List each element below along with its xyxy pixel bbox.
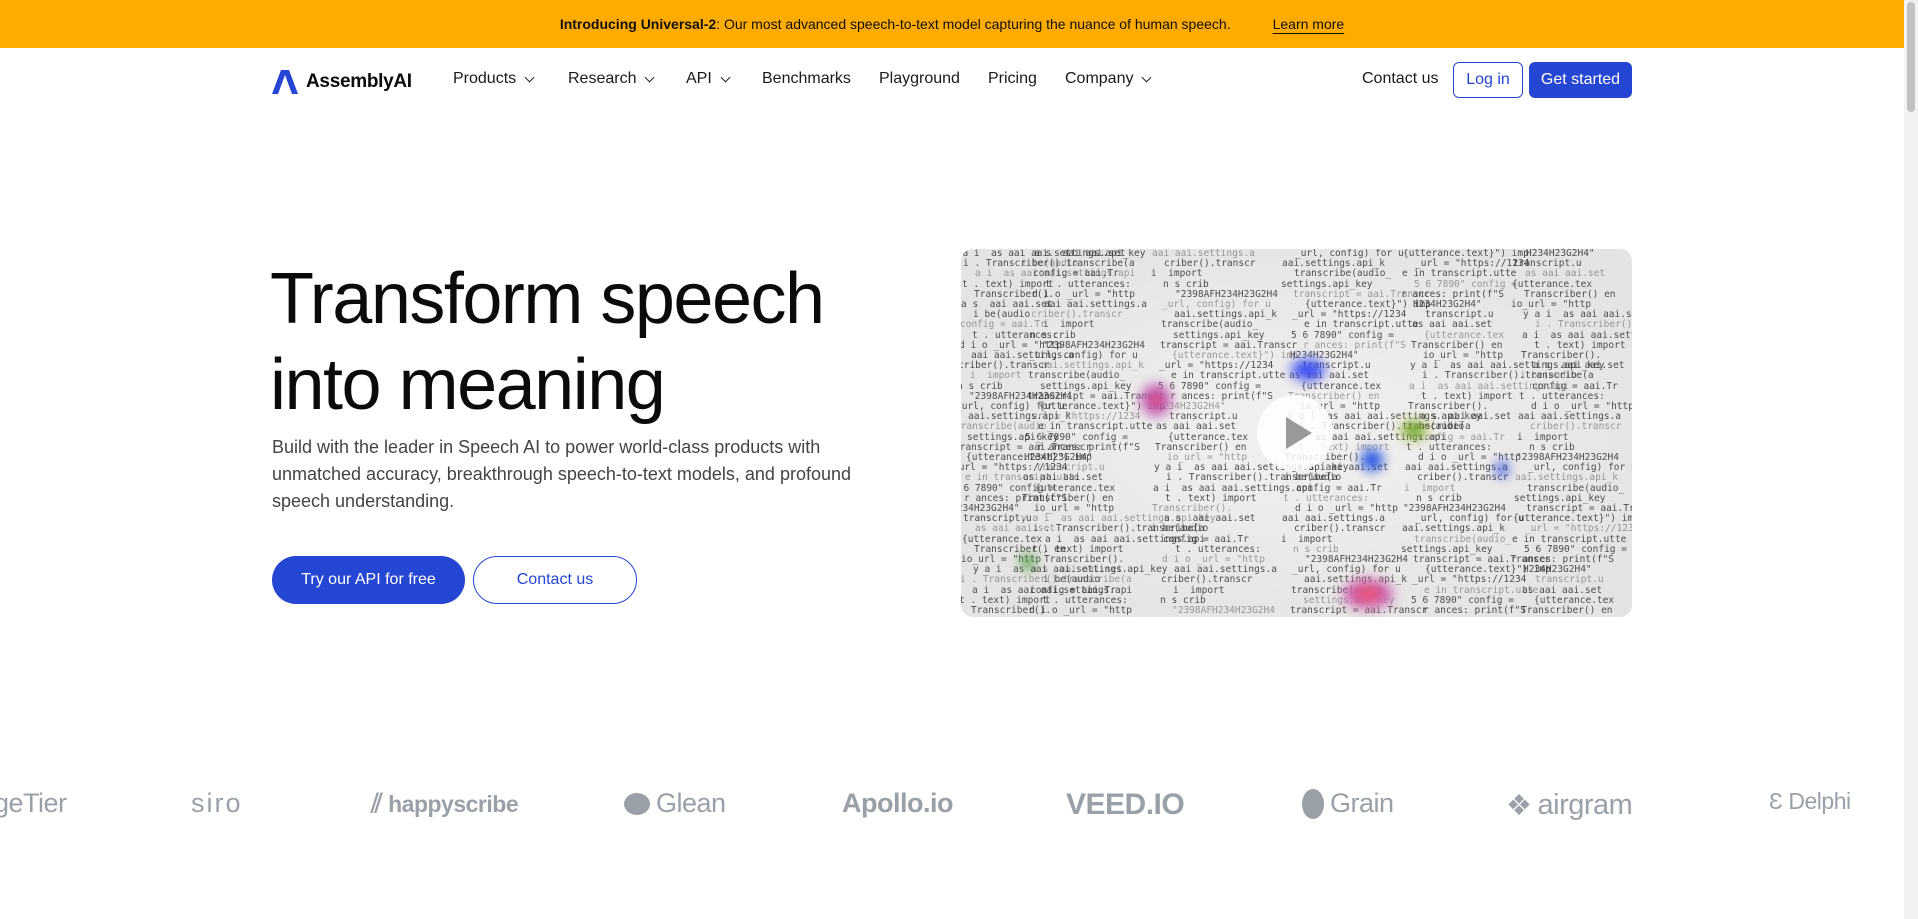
logo-text: siro bbox=[191, 788, 243, 818]
hero-title-line-2: into meaning bbox=[270, 345, 666, 425]
code-line: "2398AFH234H23G2H4 bbox=[1172, 605, 1275, 616]
chevron-down-icon bbox=[645, 72, 655, 82]
glean-mark-icon bbox=[624, 792, 650, 815]
logo-text: geTier bbox=[0, 788, 67, 818]
chevron-down-icon bbox=[524, 72, 535, 82]
nav-label: Pricing bbox=[988, 70, 1037, 87]
login-button[interactable]: Log in bbox=[1453, 62, 1523, 98]
learn-more-link[interactable]: Learn more bbox=[1273, 16, 1345, 32]
nav-label: Products bbox=[453, 70, 517, 87]
banner-message: Introducing Universal-2: Our most advanc… bbox=[560, 16, 1231, 32]
nav-label: Playground bbox=[879, 70, 960, 87]
color-blob bbox=[1361, 449, 1383, 471]
logo-text: Grain bbox=[1330, 788, 1394, 818]
color-blob bbox=[1021, 554, 1035, 570]
nav-playground[interactable]: Playground bbox=[879, 70, 960, 88]
chevron-down-icon bbox=[720, 72, 731, 82]
nav-label: Benchmarks bbox=[762, 70, 851, 87]
contact-us-link[interactable]: Contact us bbox=[1362, 70, 1438, 88]
color-blob bbox=[1496, 461, 1508, 477]
try-api-button[interactable]: Try our API for free bbox=[272, 556, 465, 604]
code-line: d i o _url = "http bbox=[1029, 605, 1132, 616]
grain-mark-icon bbox=[1302, 788, 1324, 819]
brand-name: AssemblyAI bbox=[306, 71, 412, 92]
color-blob bbox=[1291, 359, 1325, 381]
nav-label: Research bbox=[568, 70, 637, 87]
logo-apollo: Apollo.io bbox=[842, 788, 953, 819]
announcement-banner: Introducing Universal-2: Our most advanc… bbox=[0, 0, 1904, 48]
banner-bold: Introducing Universal-2 bbox=[559, 16, 717, 32]
nav-label: Company bbox=[1065, 70, 1134, 87]
logo-text: Glean bbox=[656, 788, 726, 818]
hero-subtitle: Build with the leader in Speech AI to po… bbox=[272, 437, 852, 511]
nav-company[interactable]: Company bbox=[1065, 70, 1152, 88]
assemblyai-logo-icon bbox=[272, 70, 298, 94]
banner-text: : Our most advanced speech-to-text model… bbox=[716, 16, 1231, 32]
logo-text: VEED.IO bbox=[1066, 788, 1185, 821]
nav-label: API bbox=[686, 70, 712, 87]
color-blob bbox=[1343, 579, 1393, 609]
nav-pricing[interactable]: Pricing bbox=[988, 70, 1037, 88]
logo-siro: siro bbox=[191, 788, 243, 819]
hero-video[interactable]: y a i as aai aai.settings.api_key i . Tra… bbox=[961, 249, 1632, 617]
code-line: Transcriber() en bbox=[1521, 605, 1613, 616]
nav-benchmarks[interactable]: Benchmarks bbox=[762, 70, 851, 88]
logo-glean: Glean bbox=[624, 788, 726, 819]
nav-products[interactable]: Products bbox=[453, 70, 535, 88]
logo-text: airgram bbox=[1537, 789, 1633, 821]
brand-logo[interactable]: AssemblyAI bbox=[272, 70, 412, 94]
logo-happyscribe: ⫽ happyscribe bbox=[371, 788, 519, 820]
chevron-down-icon bbox=[1142, 72, 1152, 82]
play-button[interactable] bbox=[1257, 395, 1333, 471]
code-line: r ances: print(f"S bbox=[1423, 605, 1526, 616]
hero-title-line-1: Transform speech bbox=[270, 259, 825, 339]
logo-text: happyscribe bbox=[388, 790, 519, 817]
happyscribe-mark-icon: ⫽ bbox=[371, 788, 383, 818]
color-blob bbox=[1141, 384, 1171, 416]
logo-veed: VEED.IO bbox=[1066, 788, 1185, 822]
logo-delphi: Ɛ Delphi bbox=[1769, 788, 1851, 815]
logo-text: Delphi bbox=[1788, 788, 1851, 814]
logo-grain: Grain bbox=[1302, 788, 1394, 819]
hero-title: Transform speech into meaning bbox=[270, 256, 910, 428]
logo-gettier: geTier bbox=[0, 788, 67, 819]
nav-research[interactable]: Research bbox=[568, 70, 655, 88]
airgram-mark-icon: ❖ bbox=[1506, 790, 1532, 822]
nav-label: Contact us bbox=[1362, 70, 1439, 87]
logo-text: Apollo.io bbox=[842, 788, 953, 818]
top-nav: AssemblyAI Products Research API Benchma… bbox=[0, 48, 1904, 112]
delphi-mark-icon: Ɛ bbox=[1769, 788, 1783, 814]
get-started-button[interactable]: Get started bbox=[1529, 62, 1632, 98]
nav-api[interactable]: API bbox=[686, 70, 731, 88]
contact-us-button[interactable]: Contact us bbox=[473, 556, 637, 604]
scrollbar[interactable] bbox=[1904, 0, 1918, 919]
color-blob bbox=[1401, 421, 1427, 439]
scrollbar-thumb[interactable] bbox=[1907, 2, 1915, 112]
customer-logos: geTier siro ⫽ happyscribe Glean Apollo.io… bbox=[0, 780, 1904, 826]
logo-airgram: ❖ airgram bbox=[1506, 788, 1633, 823]
